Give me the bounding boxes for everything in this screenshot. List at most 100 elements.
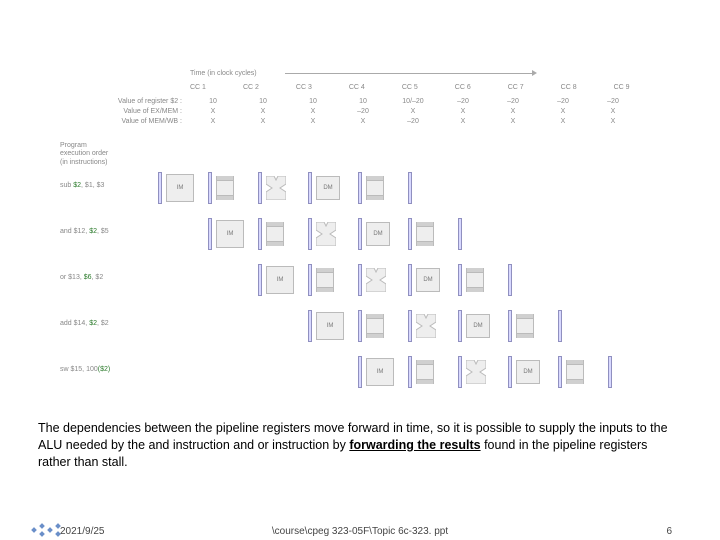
prog-label-line: Program <box>60 142 108 150</box>
alu-stage-icon <box>466 360 486 384</box>
row-val: –20 <box>588 98 638 105</box>
prog-label-line: (in instructions) <box>60 159 108 167</box>
row-val: X <box>388 108 438 115</box>
row-val: X <box>338 118 388 125</box>
reg-stage-icon <box>316 268 334 292</box>
instruction-label: or $13, $6, $2 <box>60 274 160 281</box>
row-val: 10 <box>188 98 238 105</box>
dm-stage-icon: DM <box>316 176 340 200</box>
alu-stage-icon <box>366 268 386 292</box>
row-val: X <box>438 108 488 115</box>
row-val: –20 <box>338 108 388 115</box>
time-axis-label: Time (in clock cycles) <box>190 70 257 77</box>
instruction-row: and $12, $2, $5IMRegDMReg <box>60 216 660 252</box>
dm-stage-icon: DM <box>516 360 540 384</box>
pipeline-register-icon <box>458 310 462 342</box>
dm-stage-icon: DM <box>416 268 440 292</box>
cc-label: CC 9 <box>614 84 630 91</box>
instruction-row: or $13, $6, $2IMRegDMReg <box>60 262 660 298</box>
reg-stage-icon <box>416 360 434 384</box>
time-axis-arrowhead <box>532 70 537 76</box>
clock-cycle-headers: CC 1 CC 2 CC 3 CC 4 CC 5 CC 6 CC 7 CC 8 … <box>190 84 630 91</box>
pipeline-register-icon <box>358 264 362 296</box>
slide: Time (in clock cycles) CC 1 CC 2 CC 3 CC… <box>0 0 720 540</box>
im-stage-icon: IM <box>166 174 194 202</box>
pipeline-register-icon <box>458 218 462 250</box>
value-row-reg2: Value of register $2 : 10 10 10 10 10/–2… <box>60 98 638 105</box>
pipeline-register-icon <box>358 356 362 388</box>
prog-label-line: execution order <box>60 150 108 158</box>
row-label: Value of EX/MEM : <box>60 108 188 115</box>
row-val: 10 <box>288 98 338 105</box>
pipeline-register-icon <box>608 356 612 388</box>
pipeline-register-icon <box>558 310 562 342</box>
row-val: X <box>538 108 588 115</box>
row-label: Value of MEM/WB : <box>60 118 188 125</box>
pipeline-register-icon <box>208 218 212 250</box>
pipeline-register-icon <box>508 310 512 342</box>
row-val: X <box>238 118 288 125</box>
pipeline-register-icon <box>258 218 262 250</box>
instruction-label: sw $15, 100($2) <box>60 366 160 373</box>
row-val: X <box>438 118 488 125</box>
slide-caption: The dependencies between the pipeline re… <box>38 420 682 471</box>
value-row-memwb: Value of MEM/WB : X X X X –20 X X X X <box>60 118 638 125</box>
caption-text-bold: forwarding the results <box>349 438 480 452</box>
pipeline-register-icon <box>508 356 512 388</box>
footer-path: \course\cpeg 323-05F\Topic 6c-323. ppt <box>272 526 448 537</box>
pipeline-register-icon <box>408 356 412 388</box>
cc-label: CC 7 <box>508 84 524 91</box>
instruction-label: add $14, $2, $2 <box>60 320 160 327</box>
pipeline-register-icon <box>158 172 162 204</box>
cc-label: CC 2 <box>243 84 259 91</box>
im-stage-icon: IM <box>266 266 294 294</box>
row-val: –20 <box>488 98 538 105</box>
pipeline-diagram: Time (in clock cycles) CC 1 CC 2 CC 3 CC… <box>60 70 660 400</box>
row-val: X <box>188 108 238 115</box>
pipeline-register-icon <box>358 218 362 250</box>
row-val: X <box>488 108 538 115</box>
dm-stage-icon: DM <box>466 314 490 338</box>
pipeline-register-icon <box>308 218 312 250</box>
row-val: 10/–20 <box>388 98 438 105</box>
row-val: –20 <box>438 98 488 105</box>
pipeline-register-icon <box>258 172 262 204</box>
pipeline-register-icon <box>258 264 262 296</box>
row-val: –20 <box>538 98 588 105</box>
im-stage-icon: IM <box>366 358 394 386</box>
value-row-exmem: Value of EX/MEM : X X X –20 X X X X X <box>60 108 638 115</box>
cc-label: CC 5 <box>402 84 418 91</box>
reg-stage-icon <box>466 268 484 292</box>
reg-stage-icon <box>416 222 434 246</box>
row-val: X <box>588 118 638 125</box>
cc-label: CC 6 <box>455 84 471 91</box>
program-order-label: Program execution order (in instructions… <box>60 142 108 167</box>
row-val: X <box>288 108 338 115</box>
pipeline-register-icon <box>458 356 462 388</box>
pipeline-register-icon <box>508 264 512 296</box>
alu-stage-icon <box>316 222 336 246</box>
instruction-row: sub $2, $1, $3IMRegDMReg <box>60 170 660 206</box>
im-stage-icon: IM <box>216 220 244 248</box>
pipeline-register-icon <box>208 172 212 204</box>
pipeline-register-icon <box>408 218 412 250</box>
alu-stage-icon <box>416 314 436 338</box>
dm-stage-icon: DM <box>366 222 390 246</box>
row-val: 10 <box>238 98 288 105</box>
pipeline-register-icon <box>558 356 562 388</box>
row-val: X <box>188 118 238 125</box>
cc-label: CC 3 <box>296 84 312 91</box>
instruction-row: add $14, $2, $2IMRegDMReg <box>60 308 660 344</box>
footer-page: 6 <box>666 526 672 537</box>
alu-stage-icon <box>266 176 286 200</box>
reg-stage-icon <box>216 176 234 200</box>
pipeline-register-icon <box>458 264 462 296</box>
instruction-row: sw $15, 100($2)IMRegDMReg <box>60 354 660 390</box>
pipeline-register-icon <box>408 172 412 204</box>
pipeline-register-icon <box>358 310 362 342</box>
row-label: Value of register $2 : <box>60 98 188 105</box>
row-val: X <box>238 108 288 115</box>
time-axis-arrow <box>285 73 535 74</box>
row-val: X <box>288 118 338 125</box>
pipeline-register-icon <box>308 310 312 342</box>
